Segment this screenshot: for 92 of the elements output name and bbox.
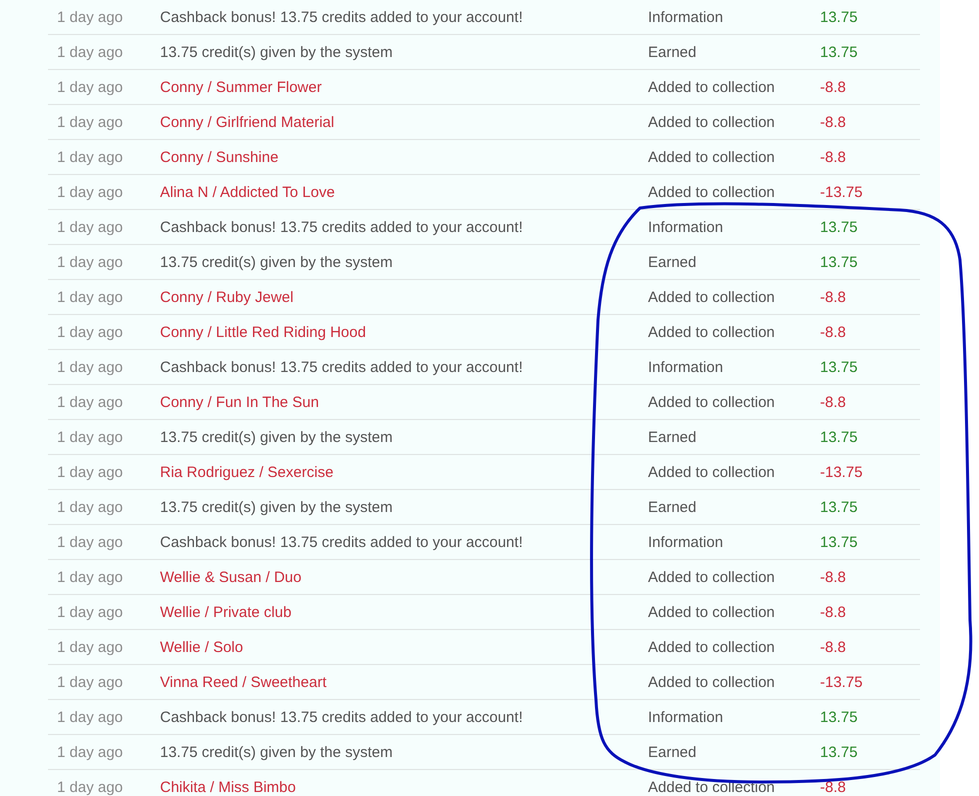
type-text: Information [648,218,724,236]
description-text: 13.75 credit(s) given by the system [160,744,393,760]
time-text: 1 day ago [57,708,123,726]
type-text: Information [648,708,724,726]
description-text: 13.75 credit(s) given by the system [160,254,393,270]
type-text: Added to collection [648,148,775,166]
type-text: Added to collection [648,778,775,796]
amount-text: 13.75 [820,498,858,516]
amount-text: -8.8 [820,638,846,656]
description-text: 13.75 credit(s) given by the system [160,498,393,516]
time-text: 1 day ago [57,778,123,796]
item-link[interactable]: Conny / Summer Flower [160,78,322,96]
item-link[interactable]: Chikita / Miss Bimbo [160,778,296,796]
type-text: Added to collection [648,184,775,200]
amount-text: -8.8 [820,604,846,620]
description-text: 13.75 credit(s) given by the system [160,44,393,60]
time-text: 1 day ago [57,428,123,446]
amount-text: 13.75 [820,744,858,760]
type-text: Added to collection [648,78,775,96]
time-text: 1 day ago [57,464,123,480]
time-text: 1 day ago [57,638,123,656]
amount-text: 13.75 [820,218,858,236]
time-text: 1 day ago [57,324,123,340]
time-text: 1 day ago [57,394,123,410]
type-text: Added to collection [648,288,775,306]
time-text: 1 day ago [57,358,123,376]
time-text: 1 day ago [57,78,123,96]
item-link[interactable]: Conny / Girlfriend Material [160,114,334,130]
item-link[interactable]: Wellie / Private club [160,604,292,620]
time-text: 1 day ago [57,218,123,236]
amount-text: -8.8 [820,288,846,306]
time-text: 1 day ago [57,498,123,516]
time-text: 1 day ago [57,114,123,130]
amount-text: 13.75 [820,708,858,726]
time-text: 1 day ago [57,148,123,166]
amount-text: -8.8 [820,148,846,166]
amount-text: 13.75 [820,8,858,26]
type-text: Earned [648,254,696,270]
item-link[interactable]: Conny / Ruby Jewel [160,288,294,306]
amount-text: 13.75 [820,534,858,550]
type-text: Information [648,8,724,26]
type-text: Added to collection [648,674,775,690]
amount-text: -8.8 [820,114,846,130]
amount-text: -8.8 [820,778,846,796]
description-text: Cashback bonus! 13.75 credits added to your account! [160,534,523,550]
type-text: Added to collection [648,568,775,586]
type-text: Added to collection [648,394,775,410]
item-link[interactable]: Wellie & Susan / Duo [160,568,302,586]
amount-text: 13.75 [820,428,858,446]
time-text: 1 day ago [57,744,123,760]
item-link[interactable]: Wellie / Solo [160,638,244,656]
amount-text: -13.75 [820,674,863,690]
description-text: Cashback bonus! 13.75 credits added to your account! [160,8,523,26]
type-text: Added to collection [648,324,775,340]
time-text: 1 day ago [57,534,123,550]
type-text: Earned [648,744,696,760]
description-text: Cashback bonus! 13.75 credits added to your account! [160,708,523,726]
amount-text: 13.75 [820,44,858,60]
amount-text: 13.75 [820,254,858,270]
description-text: Cashback bonus! 13.75 credits added to your account! [160,358,523,376]
type-text: Earned [648,498,696,516]
type-text: Added to collection [648,604,775,620]
type-text: Earned [648,428,696,446]
amount-text: -13.75 [820,184,863,200]
type-text: Earned [648,44,696,60]
time-text: 1 day ago [57,254,123,270]
item-link[interactable]: Vinna Reed / Sweetheart [160,674,327,690]
amount-text: -8.8 [820,324,846,340]
description-text: Cashback bonus! 13.75 credits added to your account! [160,218,523,236]
description-text: 13.75 credit(s) given by the system [160,428,393,446]
time-text: 1 day ago [57,674,123,690]
amount-text: 13.75 [820,358,858,376]
item-link[interactable]: Conny / Little Red Riding Hood [160,324,366,340]
item-link[interactable]: Ria Rodriguez / Sexercise [160,464,334,480]
type-text: Information [648,534,724,550]
time-text: 1 day ago [57,8,123,26]
item-link[interactable]: Conny / Fun In The Sun [160,394,319,410]
time-text: 1 day ago [57,44,123,60]
amount-text: -13.75 [820,464,863,480]
time-text: 1 day ago [57,604,123,620]
time-text: 1 day ago [57,184,123,200]
type-text: Information [648,358,724,376]
time-text: 1 day ago [57,568,123,586]
type-text: Added to collection [648,638,775,656]
type-text: Added to collection [648,114,775,130]
type-text: Added to collection [648,464,775,480]
amount-text: -8.8 [820,78,846,96]
amount-text: -8.8 [820,394,846,410]
amount-text: -8.8 [820,568,846,586]
time-text: 1 day ago [57,288,123,306]
item-link[interactable]: Conny / Sunshine [160,148,278,166]
item-link[interactable]: Alina N / Addicted To Love [160,184,335,200]
